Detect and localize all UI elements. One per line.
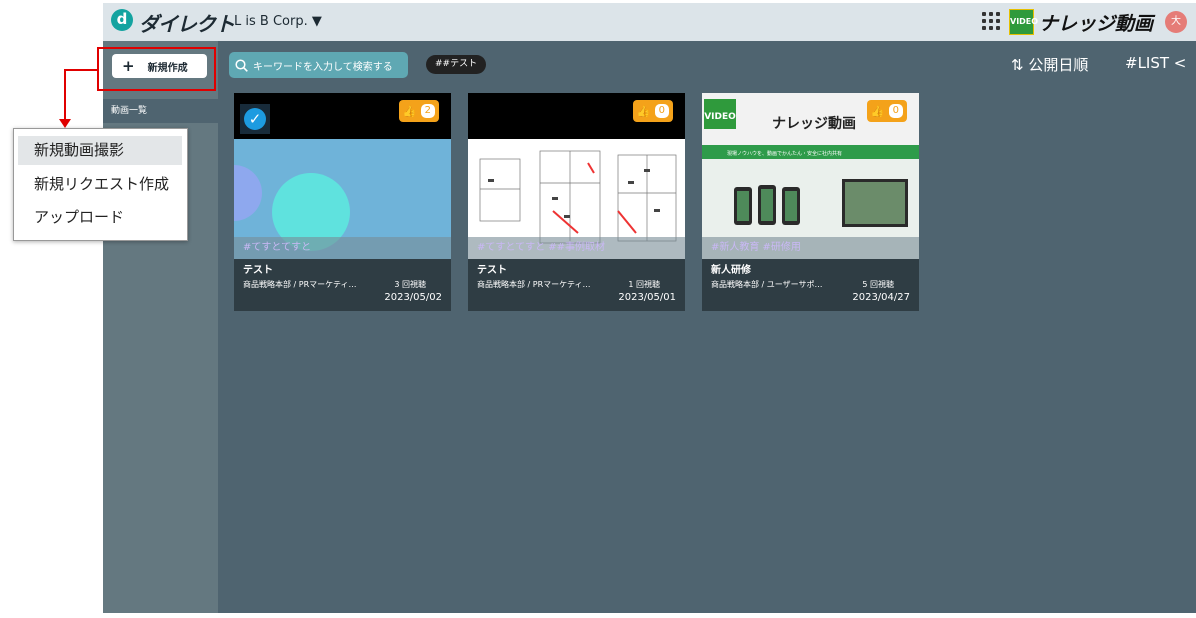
like-badge[interactable]: 👍 2 — [398, 100, 439, 122]
search-icon — [235, 58, 248, 72]
thumbs-up-icon: 👍 — [402, 104, 417, 118]
sort-by-publish-date[interactable]: ⇅ 公開日順 — [1011, 54, 1088, 75]
annotation-highlight-box — [97, 47, 216, 91]
video-info: テスト 商品戦略本部 / PRマーケティ… 3 回視聴 2023/05/02 — [234, 259, 451, 311]
slide-subtitle: 現場ノウハウを、動画でかんたん・安全に社内共有 — [727, 150, 842, 157]
video-date: 2023/05/01 — [618, 292, 676, 303]
video-card[interactable]: 👍 0 #てすとてすと ##事例取材 テスト 商品戦略本部 / PRマーケティ…… — [468, 93, 685, 311]
video-card[interactable]: ✓ 👍 2 #てすとてすと テスト 商品戦略本部 / PRマーケティ… 3 回視… — [234, 93, 451, 311]
search-placeholder: キーワードを入力して検索する — [253, 61, 393, 73]
like-badge[interactable]: 👍 0 — [632, 100, 673, 122]
video-views: 1 回視聴 — [628, 280, 660, 289]
direct-logo-text[interactable]: ダイレクト — [139, 8, 235, 37]
like-count: 0 — [654, 104, 669, 118]
knowledge-video-logo-icon: VIDEO — [1009, 9, 1038, 35]
svg-text:VIDEO: VIDEO — [704, 112, 736, 122]
video-title: テスト — [243, 265, 273, 276]
menu-item-new-video-recording[interactable]: 新規動画撮影 — [18, 136, 182, 165]
video-tags: #てすとてすと ##事例取材 — [468, 237, 685, 259]
video-date: 2023/05/02 — [384, 292, 442, 303]
direct-logo-icon[interactable]: d — [111, 9, 133, 31]
video-department: 商品戦略本部 / PRマーケティ… — [243, 280, 357, 289]
checkmark-icon: ✓ — [244, 108, 266, 130]
like-badge[interactable]: 👍 0 — [866, 100, 907, 122]
video-info: テスト 商品戦略本部 / PRマーケティ… 1 回視聴 2023/05/01 — [468, 259, 685, 311]
menu-item-new-request[interactable]: 新規リクエスト作成 — [18, 170, 182, 199]
sidebar: + 新規作成 動画一覧 — [103, 41, 218, 613]
list-toggle[interactable]: #LIST < — [1125, 54, 1186, 72]
video-department: 商品戦略本部 / ユーザーサポ… — [711, 280, 823, 289]
tag-filter-chip[interactable]: ##テスト — [426, 55, 487, 74]
video-info: 新人研修 商品戦略本部 / ユーザーサポ… 5 回視聴 2023/04/27 — [702, 259, 919, 311]
company-selector[interactable]: L is B Corp. ▼ — [234, 14, 322, 29]
sidebar-item-video-list[interactable]: 動画一覧 — [103, 99, 218, 123]
video-department: 商品戦略本部 / PRマーケティ… — [477, 280, 591, 289]
video-card[interactable]: VIDEO ナレッジ動画 現場ノウハウを、動画でかんたん・安全に社内共有 👍 0… — [702, 93, 919, 311]
annotation-arrow-icon — [59, 119, 71, 128]
user-avatar[interactable]: 大 — [1165, 11, 1187, 33]
slide-title: ナレッジ動画 — [772, 115, 856, 132]
annotation-connector-line — [64, 69, 98, 71]
search-input[interactable]: キーワードを入力して検索する — [229, 52, 408, 78]
video-tags: #新人教育 #研修用 — [702, 237, 919, 259]
thumbs-up-icon: 👍 — [870, 104, 885, 118]
like-count: 0 — [888, 104, 903, 118]
app-window: d ダイレクト L is B Corp. ▼ VIDEO ナレッジ動画 大 + … — [103, 3, 1196, 613]
annotation-connector-line — [64, 69, 66, 121]
video-tags: #てすとてすと — [234, 237, 451, 259]
app-grid-icon[interactable] — [981, 11, 1001, 31]
video-date: 2023/04/27 — [852, 292, 910, 303]
top-bar: d ダイレクト L is B Corp. ▼ VIDEO ナレッジ動画 大 — [103, 3, 1196, 41]
menu-item-upload[interactable]: アップロード — [18, 203, 182, 232]
knowledge-video-title: ナレッジ動画 — [1039, 13, 1154, 35]
like-count: 2 — [420, 104, 435, 118]
select-checkbox[interactable]: ✓ — [240, 104, 270, 134]
new-create-dropdown-menu: 新規動画撮影 新規リクエスト作成 アップロード — [13, 128, 188, 241]
video-title: 新人研修 — [711, 265, 751, 276]
video-views: 3 回視聴 — [394, 280, 426, 289]
thumbs-up-icon: 👍 — [636, 104, 651, 118]
video-views: 5 回視聴 — [862, 280, 894, 289]
video-title: テスト — [477, 265, 507, 276]
